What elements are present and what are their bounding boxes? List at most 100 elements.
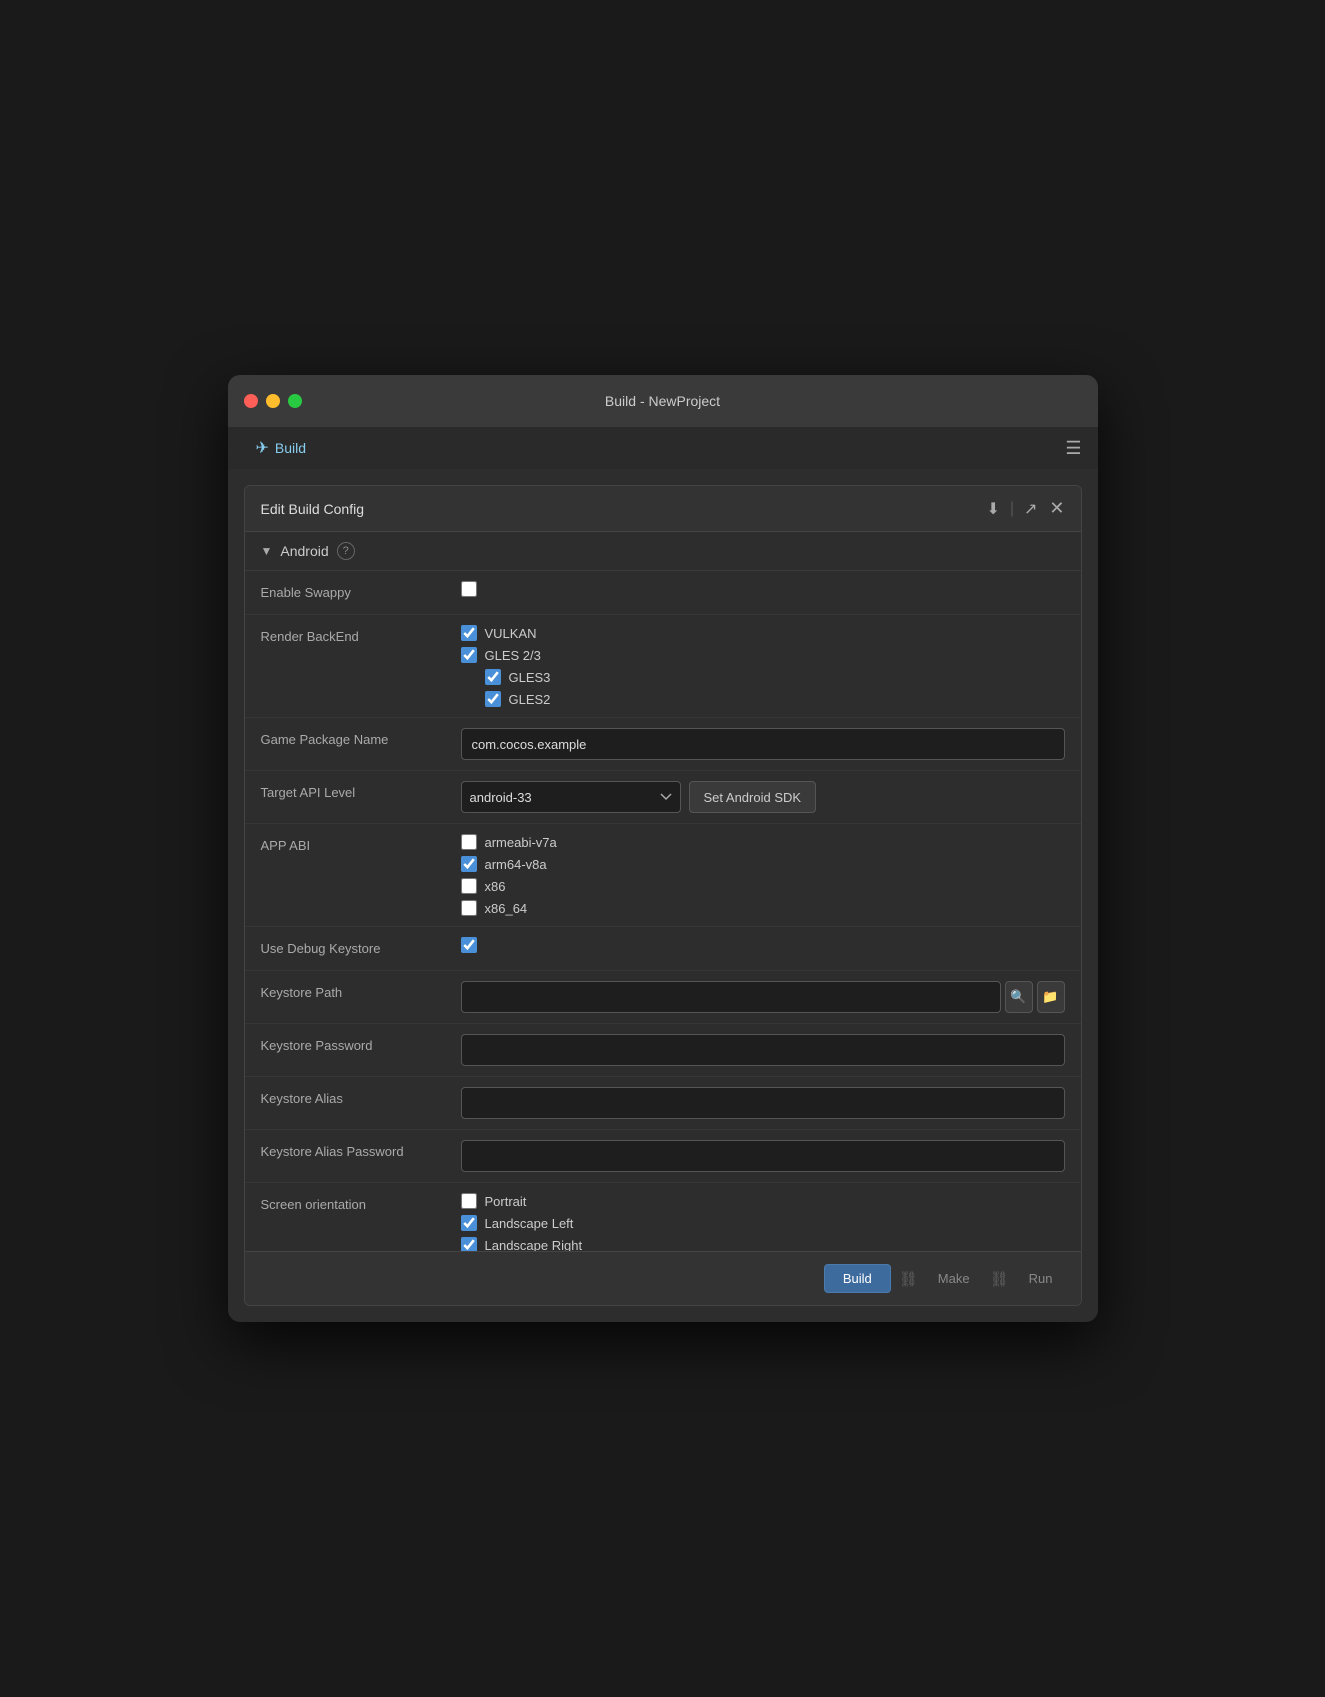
keystore-alias-input[interactable] <box>461 1087 1065 1119</box>
keystore-path-wrapper: 🔍 📁 <box>461 981 1065 1013</box>
gles2-checkbox-item: GLES2 <box>461 691 1065 707</box>
import-icon[interactable]: ⬇ <box>986 499 999 519</box>
arm64-v8a-checkbox-item: arm64-v8a <box>461 856 1065 872</box>
enable-swappy-label: Enable Swappy <box>261 581 461 602</box>
x86-64-checkbox-item: x86_64 <box>461 900 1065 916</box>
gles3-checkbox[interactable] <box>485 669 501 685</box>
close-traffic-light[interactable] <box>244 394 258 408</box>
portrait-label: Portrait <box>485 1194 527 1209</box>
target-api-level-dropdown-row: android-33 android-32 android-31 android… <box>461 781 1065 813</box>
keystore-path-label: Keystore Path <box>261 981 461 1002</box>
app-abi-label: APP ABI <box>261 834 461 855</box>
run-button[interactable]: Run <box>1017 1265 1065 1292</box>
gles3-label: GLES3 <box>509 670 551 685</box>
target-api-level-row: Target API Level android-33 android-32 a… <box>245 771 1081 824</box>
close-button[interactable]: ✕ <box>1049 498 1064 519</box>
target-api-level-select[interactable]: android-33 android-32 android-31 android… <box>461 781 681 813</box>
gles23-label: GLES 2/3 <box>485 648 541 663</box>
gles23-checkbox-item: GLES 2/3 <box>461 647 1065 663</box>
x86-checkbox[interactable] <box>461 878 477 894</box>
x86-label: x86 <box>485 879 506 894</box>
x86-checkbox-item: x86 <box>461 878 1065 894</box>
android-help-icon[interactable]: ? <box>337 542 355 560</box>
use-debug-keystore-row: Use Debug Keystore <box>245 927 1081 971</box>
gles23-checkbox[interactable] <box>461 647 477 663</box>
divider-icon: | <box>1010 500 1014 518</box>
app-abi-control: armeabi-v7a arm64-v8a x86 x86_64 <box>461 834 1065 916</box>
keystore-password-row: Keystore Password <box>245 1024 1081 1077</box>
build-link-icon[interactable]: ⛓ <box>899 1270 918 1288</box>
armeabi-v7a-checkbox-item: armeabi-v7a <box>461 834 1065 850</box>
portrait-checkbox-item: Portrait <box>461 1193 1065 1209</box>
vulkan-label: VULKAN <box>485 626 537 641</box>
vulkan-checkbox-item: VULKAN <box>461 625 1065 641</box>
build-button[interactable]: Build <box>824 1264 891 1293</box>
arm64-v8a-label: arm64-v8a <box>485 857 547 872</box>
main-window: Build - NewProject ✈ Build ☰ Edit Build … <box>228 375 1098 1322</box>
keystore-password-input[interactable] <box>461 1034 1065 1066</box>
gles2-label: GLES2 <box>509 692 551 707</box>
enable-swappy-checkbox-item <box>461 581 1065 597</box>
arm64-v8a-checkbox[interactable] <box>461 856 477 872</box>
x86-64-label: x86_64 <box>485 901 528 916</box>
landscape-right-checkbox-item: Landscape Right <box>461 1237 1065 1251</box>
keystore-path-search-button[interactable]: 🔍 <box>1005 981 1033 1013</box>
main-panel: Edit Build Config ⬇ | ↗ ✕ ▼ Android ? En… <box>244 485 1082 1306</box>
portrait-checkbox[interactable] <box>461 1193 477 1209</box>
minimize-traffic-light[interactable] <box>266 394 280 408</box>
game-package-name-input[interactable] <box>461 728 1065 760</box>
form-content: Enable Swappy Render BackEnd VULKAN <box>245 571 1081 1251</box>
keystore-alias-password-control <box>461 1140 1065 1172</box>
armeabi-v7a-label: armeabi-v7a <box>485 835 557 850</box>
maximize-traffic-light[interactable] <box>288 394 302 408</box>
panel-title: Edit Build Config <box>261 501 365 517</box>
build-tab[interactable]: ✈ Build <box>244 432 319 464</box>
build-tab-label: Build <box>275 440 306 456</box>
hamburger-menu[interactable]: ☰ <box>1065 438 1081 459</box>
target-api-level-control: android-33 android-32 android-31 android… <box>461 781 1065 813</box>
screen-orientation-label: Screen orientation <box>261 1193 461 1214</box>
make-button[interactable]: Make <box>926 1265 982 1292</box>
keystore-alias-password-label: Keystore Alias Password <box>261 1140 461 1161</box>
game-package-name-row: Game Package Name <box>245 718 1081 771</box>
set-android-sdk-button[interactable]: Set Android SDK <box>689 781 817 813</box>
make-link-icon[interactable]: ⛓ <box>990 1270 1009 1288</box>
landscape-right-label: Landscape Right <box>485 1238 583 1252</box>
landscape-left-label: Landscape Left <box>485 1216 574 1231</box>
use-debug-keystore-checkbox[interactable] <box>461 937 477 953</box>
title-bar: Build - NewProject <box>228 375 1098 427</box>
android-chevron-icon[interactable]: ▼ <box>261 544 273 558</box>
export-icon[interactable]: ↗ <box>1024 499 1037 519</box>
android-section-header: ▼ Android ? <box>245 532 1081 571</box>
gles3-checkbox-item: GLES3 <box>461 669 1065 685</box>
enable-swappy-checkbox[interactable] <box>461 581 477 597</box>
keystore-path-row: Keystore Path 🔍 📁 <box>245 971 1081 1024</box>
vulkan-checkbox[interactable] <box>461 625 477 641</box>
keystore-alias-label: Keystore Alias <box>261 1087 461 1108</box>
x86-64-checkbox[interactable] <box>461 900 477 916</box>
android-section-title: Android <box>280 543 328 559</box>
panel-footer: Build ⛓ Make ⛓ Run <box>245 1251 1081 1305</box>
armeabi-v7a-checkbox[interactable] <box>461 834 477 850</box>
keystore-alias-password-row: Keystore Alias Password <box>245 1130 1081 1183</box>
enable-swappy-control <box>461 581 1065 597</box>
app-abi-row: APP ABI armeabi-v7a arm64-v8a x86 <box>245 824 1081 927</box>
keystore-path-folder-button[interactable]: 📁 <box>1037 981 1065 1013</box>
keystore-password-control <box>461 1034 1065 1066</box>
keystore-alias-control <box>461 1087 1065 1119</box>
landscape-left-checkbox[interactable] <box>461 1215 477 1231</box>
window-title: Build - NewProject <box>605 393 720 409</box>
keystore-alias-password-input[interactable] <box>461 1140 1065 1172</box>
panel-header-icons: ⬇ | ↗ <box>986 499 1037 519</box>
screen-orientation-control: Portrait Landscape Left Landscape Right <box>461 1193 1065 1251</box>
build-tab-icon: ✈ <box>256 438 269 458</box>
landscape-right-checkbox[interactable] <box>461 1237 477 1251</box>
use-debug-keystore-control <box>461 937 1065 953</box>
use-debug-keystore-checkbox-item <box>461 937 1065 953</box>
enable-swappy-row: Enable Swappy <box>245 571 1081 615</box>
screen-orientation-row: Screen orientation Portrait Landscape Le… <box>245 1183 1081 1251</box>
gles2-checkbox[interactable] <box>485 691 501 707</box>
game-package-name-control <box>461 728 1065 760</box>
keystore-path-input[interactable] <box>461 981 1001 1013</box>
render-backend-control: VULKAN GLES 2/3 GLES3 GLES2 <box>461 625 1065 707</box>
